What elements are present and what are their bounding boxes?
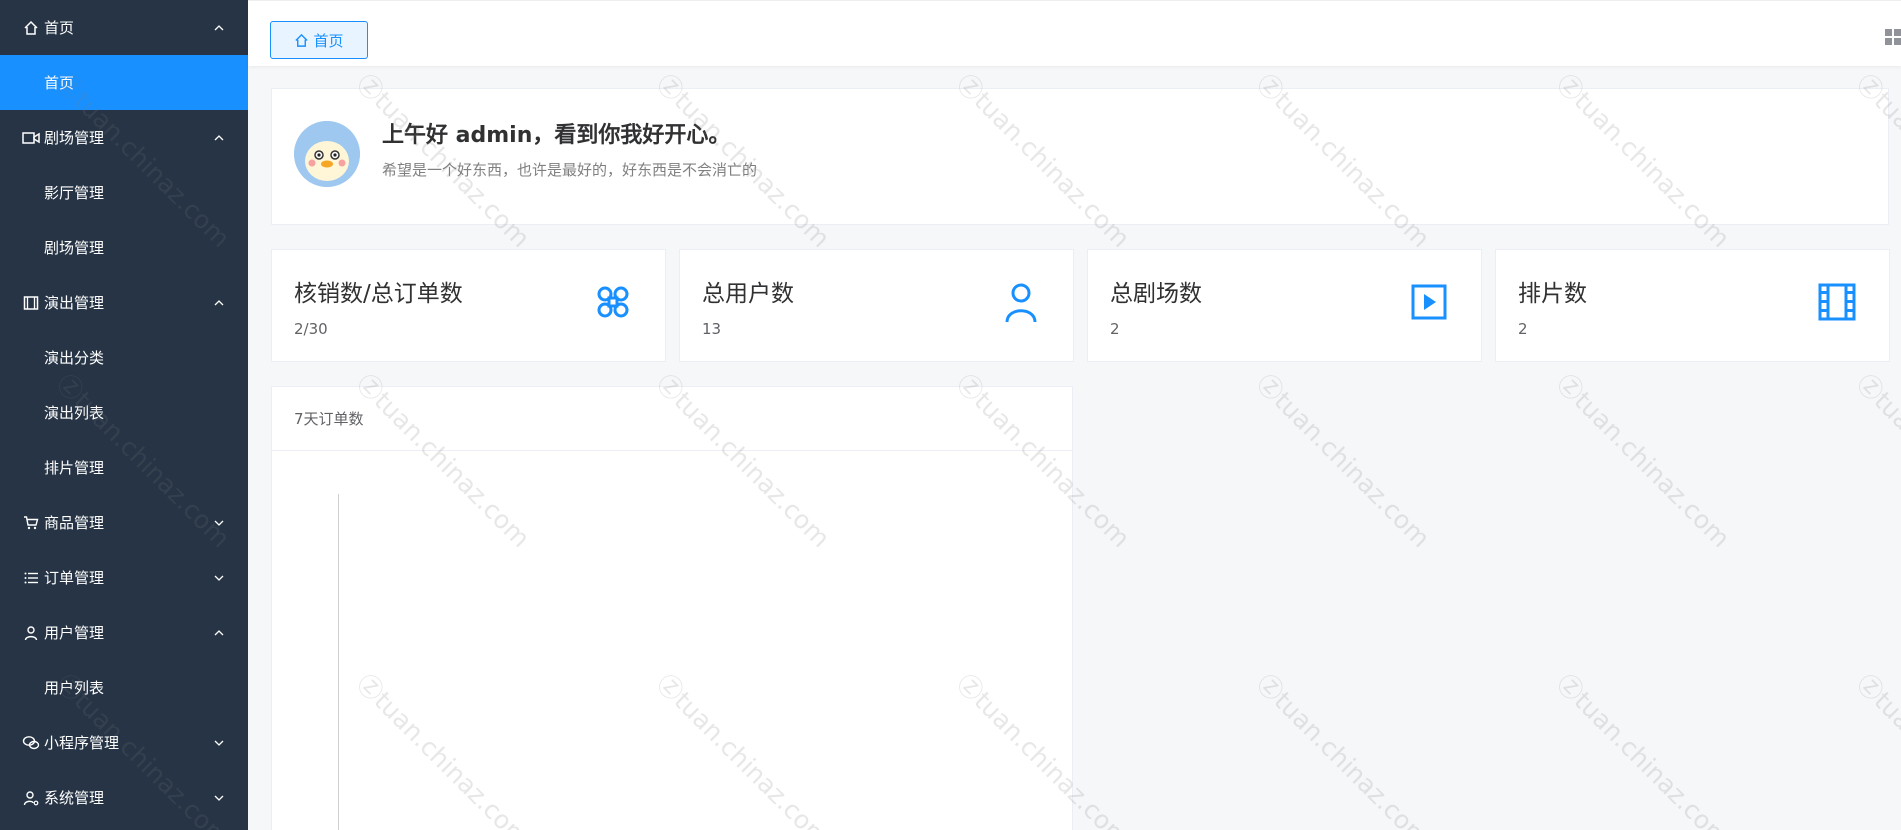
sidebar-item-label: 首页 xyxy=(44,19,75,37)
stat-value: 2/30 xyxy=(294,320,328,338)
watermark-text: Ⓩtuan.chinaz.com xyxy=(1850,368,1901,554)
chevron-up-icon xyxy=(212,296,226,310)
sidebar-item-label: 系统管理 xyxy=(44,789,105,807)
sidebar-item-system[interactable]: 系统管理 xyxy=(0,770,248,825)
sidebar-item-miniprogram[interactable]: 小程序管理 xyxy=(0,715,248,770)
watermark-text: Ⓩtuan.chinaz.com xyxy=(1850,668,1901,830)
stat-title: 核销数/总订单数 xyxy=(294,281,463,307)
sidebar-item-goods[interactable]: 商品管理 xyxy=(0,495,248,550)
user-icon xyxy=(999,280,1043,324)
watermark-text: Ⓩtuan.chinaz.com xyxy=(1550,668,1736,830)
sidebar-item-label: 用户管理 xyxy=(44,624,105,642)
chat-icon xyxy=(22,734,40,752)
tags-view-bar: 首页 xyxy=(248,0,1901,66)
chevron-down-icon xyxy=(212,516,226,530)
stat-card-theaters: 总剧场数 2 xyxy=(1087,249,1482,362)
sidebar-subitem-show-list[interactable]: 演出列表 xyxy=(0,385,248,440)
chevron-down-icon xyxy=(212,791,226,805)
sidebar: 首页 首页 剧场管理 影厅管理 剧场管理 演出管理 演出分类 演出列表 排片管理… xyxy=(0,0,248,830)
play-square-icon xyxy=(1407,280,1451,324)
welcome-card: 上午好 admin，看到你我好开心。 希望是一个好东西，也许是最好的，好东西是不… xyxy=(271,88,1889,225)
chevron-down-icon xyxy=(212,736,226,750)
stat-value: 2 xyxy=(1518,320,1528,338)
sidebar-subitem-theater[interactable]: 剧场管理 xyxy=(0,220,248,275)
watermark-text: Ⓩtuan.chinaz.com xyxy=(1250,668,1436,830)
user-settings-icon xyxy=(22,789,40,807)
stat-value: 13 xyxy=(702,320,722,338)
video-camera-icon xyxy=(22,129,40,147)
tab-home[interactable]: 首页 xyxy=(270,21,368,59)
stat-title: 排片数 xyxy=(1518,281,1587,307)
avatar xyxy=(294,121,360,187)
chevron-up-icon xyxy=(212,131,226,145)
sidebar-item-orders[interactable]: 订单管理 xyxy=(0,550,248,605)
stat-value: 2 xyxy=(1110,320,1120,338)
home-icon xyxy=(294,33,309,48)
sidebar-subitem-show-category[interactable]: 演出分类 xyxy=(0,330,248,385)
grid-icon[interactable] xyxy=(1885,29,1901,45)
sidebar-item-shows[interactable]: 演出管理 xyxy=(0,275,248,330)
chevron-down-icon xyxy=(212,571,226,585)
sidebar-subitem-home[interactable]: 首页 xyxy=(0,55,248,110)
chevron-up-icon xyxy=(212,21,226,35)
sidebar-item-theater[interactable]: 剧场管理 xyxy=(0,110,248,165)
tab-home-label: 首页 xyxy=(313,31,344,50)
sidebar-subitem-user-list[interactable]: 用户列表 xyxy=(0,660,248,715)
stat-card-orders: 核销数/总订单数 2/30 xyxy=(271,249,666,362)
sidebar-item-label: 小程序管理 xyxy=(44,734,120,752)
sidebar-item-users[interactable]: 用户管理 xyxy=(0,605,248,660)
user-icon xyxy=(22,624,40,642)
orders-chart-card: 7天订单数 xyxy=(271,386,1073,830)
film-icon xyxy=(22,294,40,312)
stat-card-users: 总用户数 13 xyxy=(679,249,1074,362)
home-icon xyxy=(22,19,40,37)
stat-title: 总用户数 xyxy=(702,281,794,307)
sidebar-subitem-hall[interactable]: 影厅管理 xyxy=(0,165,248,220)
motto-text: 希望是一个好东西，也许是最好的，好东西是不会消亡的 xyxy=(382,161,758,179)
stat-title: 总剧场数 xyxy=(1110,281,1202,307)
chart-title: 7天订单数 xyxy=(272,387,1072,451)
sidebar-item-home[interactable]: 首页 xyxy=(0,0,248,55)
list-icon xyxy=(22,569,40,587)
sidebar-item-label: 演出管理 xyxy=(44,294,105,312)
chevron-up-icon xyxy=(212,626,226,640)
watermark-text: Ⓩtuan.chinaz.com xyxy=(1250,368,1436,554)
watermark-text: Ⓩtuan.chinaz.com xyxy=(1550,368,1736,554)
chart-y-axis xyxy=(338,494,339,830)
film-strip-icon xyxy=(1815,280,1859,324)
command-icon xyxy=(591,280,635,324)
greeting-text: 上午好 admin，看到你我好开心。 xyxy=(382,123,731,148)
sidebar-item-label: 商品管理 xyxy=(44,514,105,532)
sidebar-item-label: 剧场管理 xyxy=(44,129,105,147)
stat-card-schedules: 排片数 2 xyxy=(1495,249,1890,362)
cart-icon xyxy=(22,514,40,532)
sidebar-subitem-schedule[interactable]: 排片管理 xyxy=(0,440,248,495)
sidebar-item-label: 订单管理 xyxy=(44,569,105,587)
